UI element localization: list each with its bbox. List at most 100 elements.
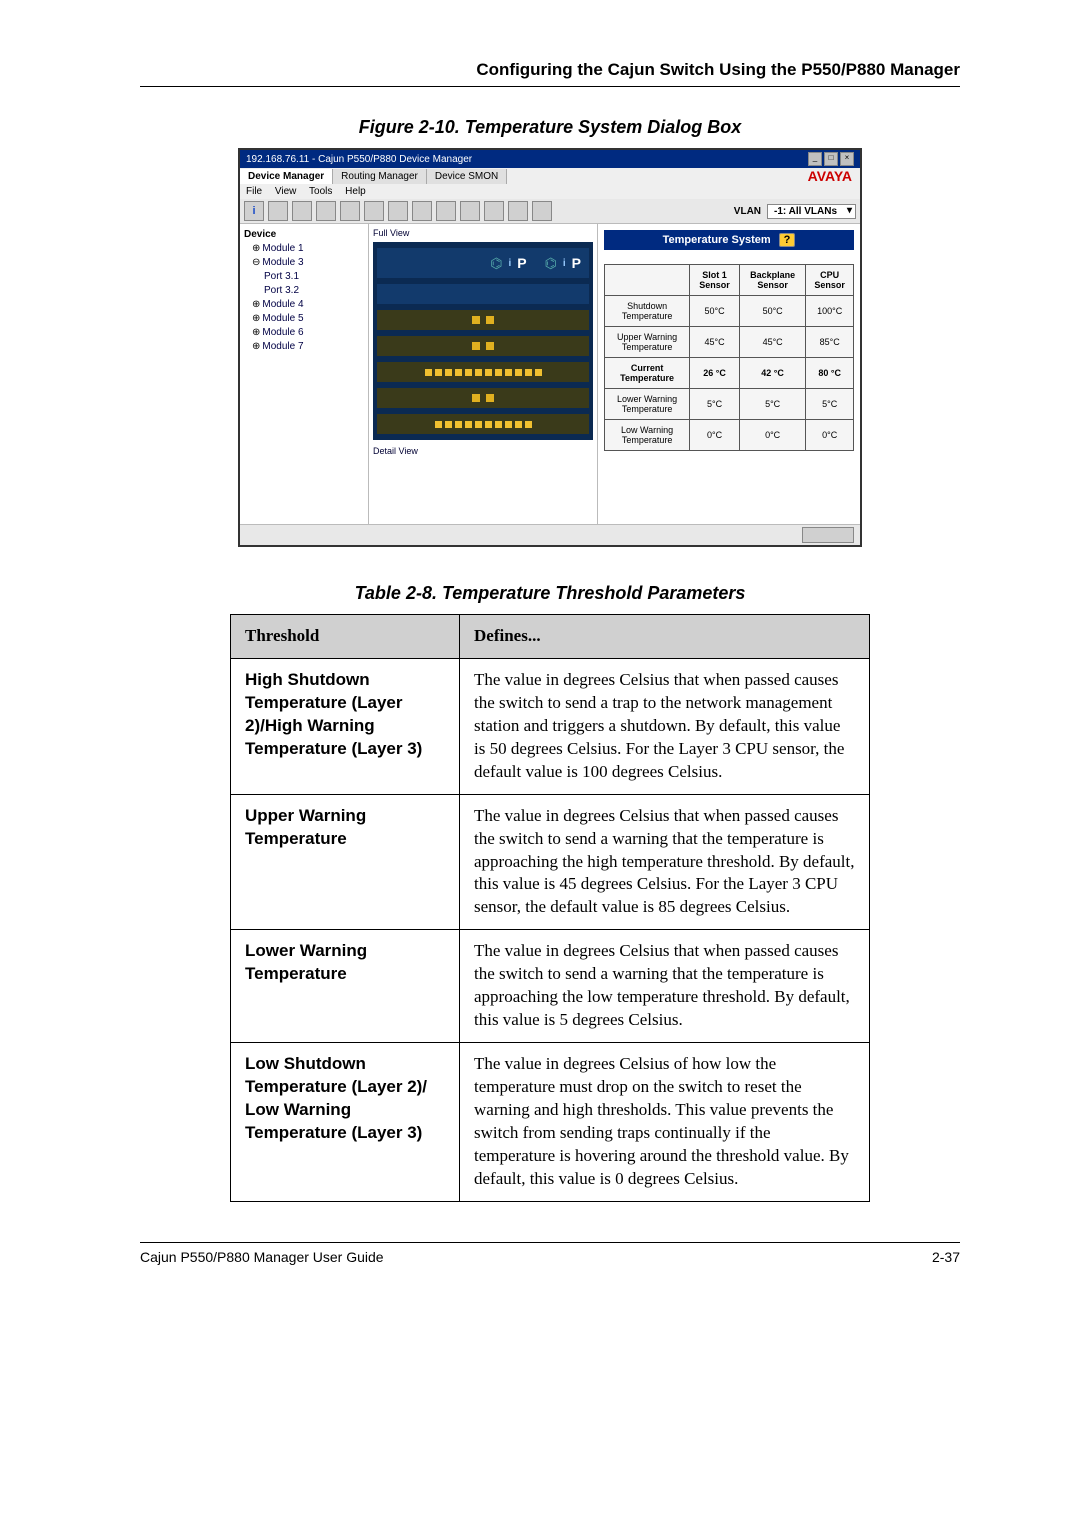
- temp-cell: 0°C: [806, 420, 854, 451]
- brand-logo: AVAYA: [808, 168, 860, 184]
- toolbar-icon[interactable]: [268, 201, 288, 221]
- toolbar-icon[interactable]: [388, 201, 408, 221]
- tab-routing-manager[interactable]: Routing Manager: [333, 169, 427, 184]
- expand-icon[interactable]: ⊕: [252, 341, 260, 352]
- table-row: Upper Warning Temperature 45°C 45°C 85°C: [605, 327, 854, 358]
- page-footer: Cajun P550/P880 Manager User Guide 2-37: [140, 1242, 960, 1265]
- toolbar-icon[interactable]: [484, 201, 504, 221]
- right-panel-title: Temperature System ?: [604, 230, 854, 250]
- tree-root[interactable]: Device: [244, 228, 364, 242]
- temp-cell: 5°C: [690, 389, 740, 420]
- temp-cell: 100°C: [806, 296, 854, 327]
- table-caption: Table 2-8. Temperature Threshold Paramet…: [140, 583, 960, 604]
- fan-icon: ⌬: [490, 255, 502, 272]
- toolbar-icon[interactable]: [316, 201, 336, 221]
- tree-module[interactable]: ⊕Module 4: [252, 298, 364, 312]
- tree-module[interactable]: ⊖Module 3: [252, 256, 364, 270]
- param-label: Low Shutdown Temperature (Layer 2)/ Low …: [231, 1043, 460, 1202]
- temp-cell: 45°C: [739, 327, 805, 358]
- port-indicator: [472, 316, 480, 324]
- expand-icon[interactable]: ⊕: [252, 313, 260, 324]
- temp-cell: 0°C: [739, 420, 805, 451]
- maximize-icon[interactable]: □: [824, 152, 838, 166]
- chassis-view[interactable]: ⌬iP ⌬iP: [373, 242, 593, 440]
- window-title: 192.168.76.11 - Cajun P550/P880 Device M…: [246, 154, 472, 165]
- menu-file[interactable]: File: [246, 186, 262, 197]
- toolbar-icon[interactable]: [412, 201, 432, 221]
- toolbar-icon[interactable]: [508, 201, 528, 221]
- tree-port[interactable]: Port 3.1: [264, 270, 364, 284]
- info-icon: i: [509, 258, 512, 269]
- port-indicator: [472, 342, 480, 350]
- tree-module-label: Module 5: [262, 313, 303, 324]
- tree-module-label: Module 6: [262, 327, 303, 338]
- window-titlebar: 192.168.76.11 - Cajun P550/P880 Device M…: [240, 150, 860, 168]
- temp-cell: 5°C: [739, 389, 805, 420]
- toolbar-icon[interactable]: [292, 201, 312, 221]
- expand-icon[interactable]: ⊕: [252, 327, 260, 338]
- temp-row-label: Shutdown Temperature: [605, 296, 690, 327]
- vlan-selector: VLAN -1: All VLANs: [734, 204, 856, 219]
- expand-icon[interactable]: ⊕: [252, 299, 260, 310]
- table-row: Low Warning Temperature 0°C 0°C 0°C: [605, 420, 854, 451]
- tree-module[interactable]: ⊕Module 5: [252, 312, 364, 326]
- tree-module[interactable]: ⊕Module 6: [252, 326, 364, 340]
- screenshot-wrapper: 192.168.76.11 - Cajun P550/P880 Device M…: [140, 148, 960, 547]
- table-row: Shutdown Temperature 50°C 50°C 100°C: [605, 296, 854, 327]
- table-row: Lower Warning Temperature The value in d…: [231, 930, 870, 1043]
- port-indicator: [486, 316, 494, 324]
- toolbar-icon[interactable]: [460, 201, 480, 221]
- table-row: Lower Warning Temperature 5°C 5°C 5°C: [605, 389, 854, 420]
- menu-tools[interactable]: Tools: [309, 186, 332, 197]
- chassis-row: [377, 362, 589, 382]
- tree-port[interactable]: Port 3.2: [264, 284, 364, 298]
- menu-view[interactable]: View: [275, 186, 297, 197]
- head-rule: [140, 86, 960, 87]
- temp-head-backplane: Backplane Sensor: [739, 265, 805, 296]
- tree-module[interactable]: ⊕Module 7: [252, 340, 364, 354]
- temp-head-blank: [605, 265, 690, 296]
- tree-module-label: Module 4: [262, 299, 303, 310]
- chassis-row: [377, 388, 589, 408]
- port-strip: [423, 367, 544, 378]
- menu-help[interactable]: Help: [345, 186, 366, 197]
- toolbar-icon[interactable]: [340, 201, 360, 221]
- fullview-label: Full View: [373, 228, 593, 238]
- toolbar-icon[interactable]: [532, 201, 552, 221]
- tree-module[interactable]: ⊕Module 1: [252, 242, 364, 256]
- chassis-row: [377, 414, 589, 434]
- temp-cell: 5°C: [806, 389, 854, 420]
- toolbar-icon[interactable]: [364, 201, 384, 221]
- expand-icon[interactable]: ⊕: [252, 243, 260, 254]
- temp-row-label: Upper Warning Temperature: [605, 327, 690, 358]
- window-controls: _ □ ×: [808, 152, 854, 166]
- info-icon[interactable]: i: [244, 201, 264, 221]
- port-indicator: [486, 394, 494, 402]
- chassis-row: [377, 336, 589, 356]
- help-icon[interactable]: ?: [779, 233, 796, 247]
- temp-cell: 42 °C: [739, 358, 805, 389]
- port-strip: [433, 419, 534, 430]
- vlan-label: VLAN: [734, 206, 761, 217]
- temp-row-label: Lower Warning Temperature: [605, 389, 690, 420]
- minimize-icon[interactable]: _: [808, 152, 822, 166]
- temperature-table: Slot 1 Sensor Backplane Sensor CPU Senso…: [604, 264, 854, 451]
- tab-device-manager[interactable]: Device Manager: [240, 169, 333, 184]
- temp-cell: 26 °C: [690, 358, 740, 389]
- figure-caption: Figure 2-10. Temperature System Dialog B…: [140, 117, 960, 138]
- col-threshold: Threshold: [231, 615, 460, 659]
- table-row: High Shutdown Temperature (Layer 2)/High…: [231, 658, 870, 794]
- center-panel: Full View ⌬iP ⌬iP: [369, 224, 598, 524]
- temp-head-slot1: Slot 1 Sensor: [690, 265, 740, 296]
- footer-left: Cajun P550/P880 Manager User Guide: [140, 1249, 384, 1265]
- tab-device-smon[interactable]: Device SMON: [427, 169, 507, 184]
- screenshot: 192.168.76.11 - Cajun P550/P880 Device M…: [238, 148, 862, 547]
- statusbar: [240, 524, 860, 545]
- vlan-dropdown[interactable]: -1: All VLANs: [767, 204, 856, 219]
- collapse-icon[interactable]: ⊖: [252, 257, 260, 268]
- toolbar-icon[interactable]: [436, 201, 456, 221]
- temp-row-label: Low Warning Temperature: [605, 420, 690, 451]
- temp-cell: 50°C: [739, 296, 805, 327]
- close-icon[interactable]: ×: [840, 152, 854, 166]
- param-desc: The value in degrees Celsius that when p…: [460, 930, 870, 1043]
